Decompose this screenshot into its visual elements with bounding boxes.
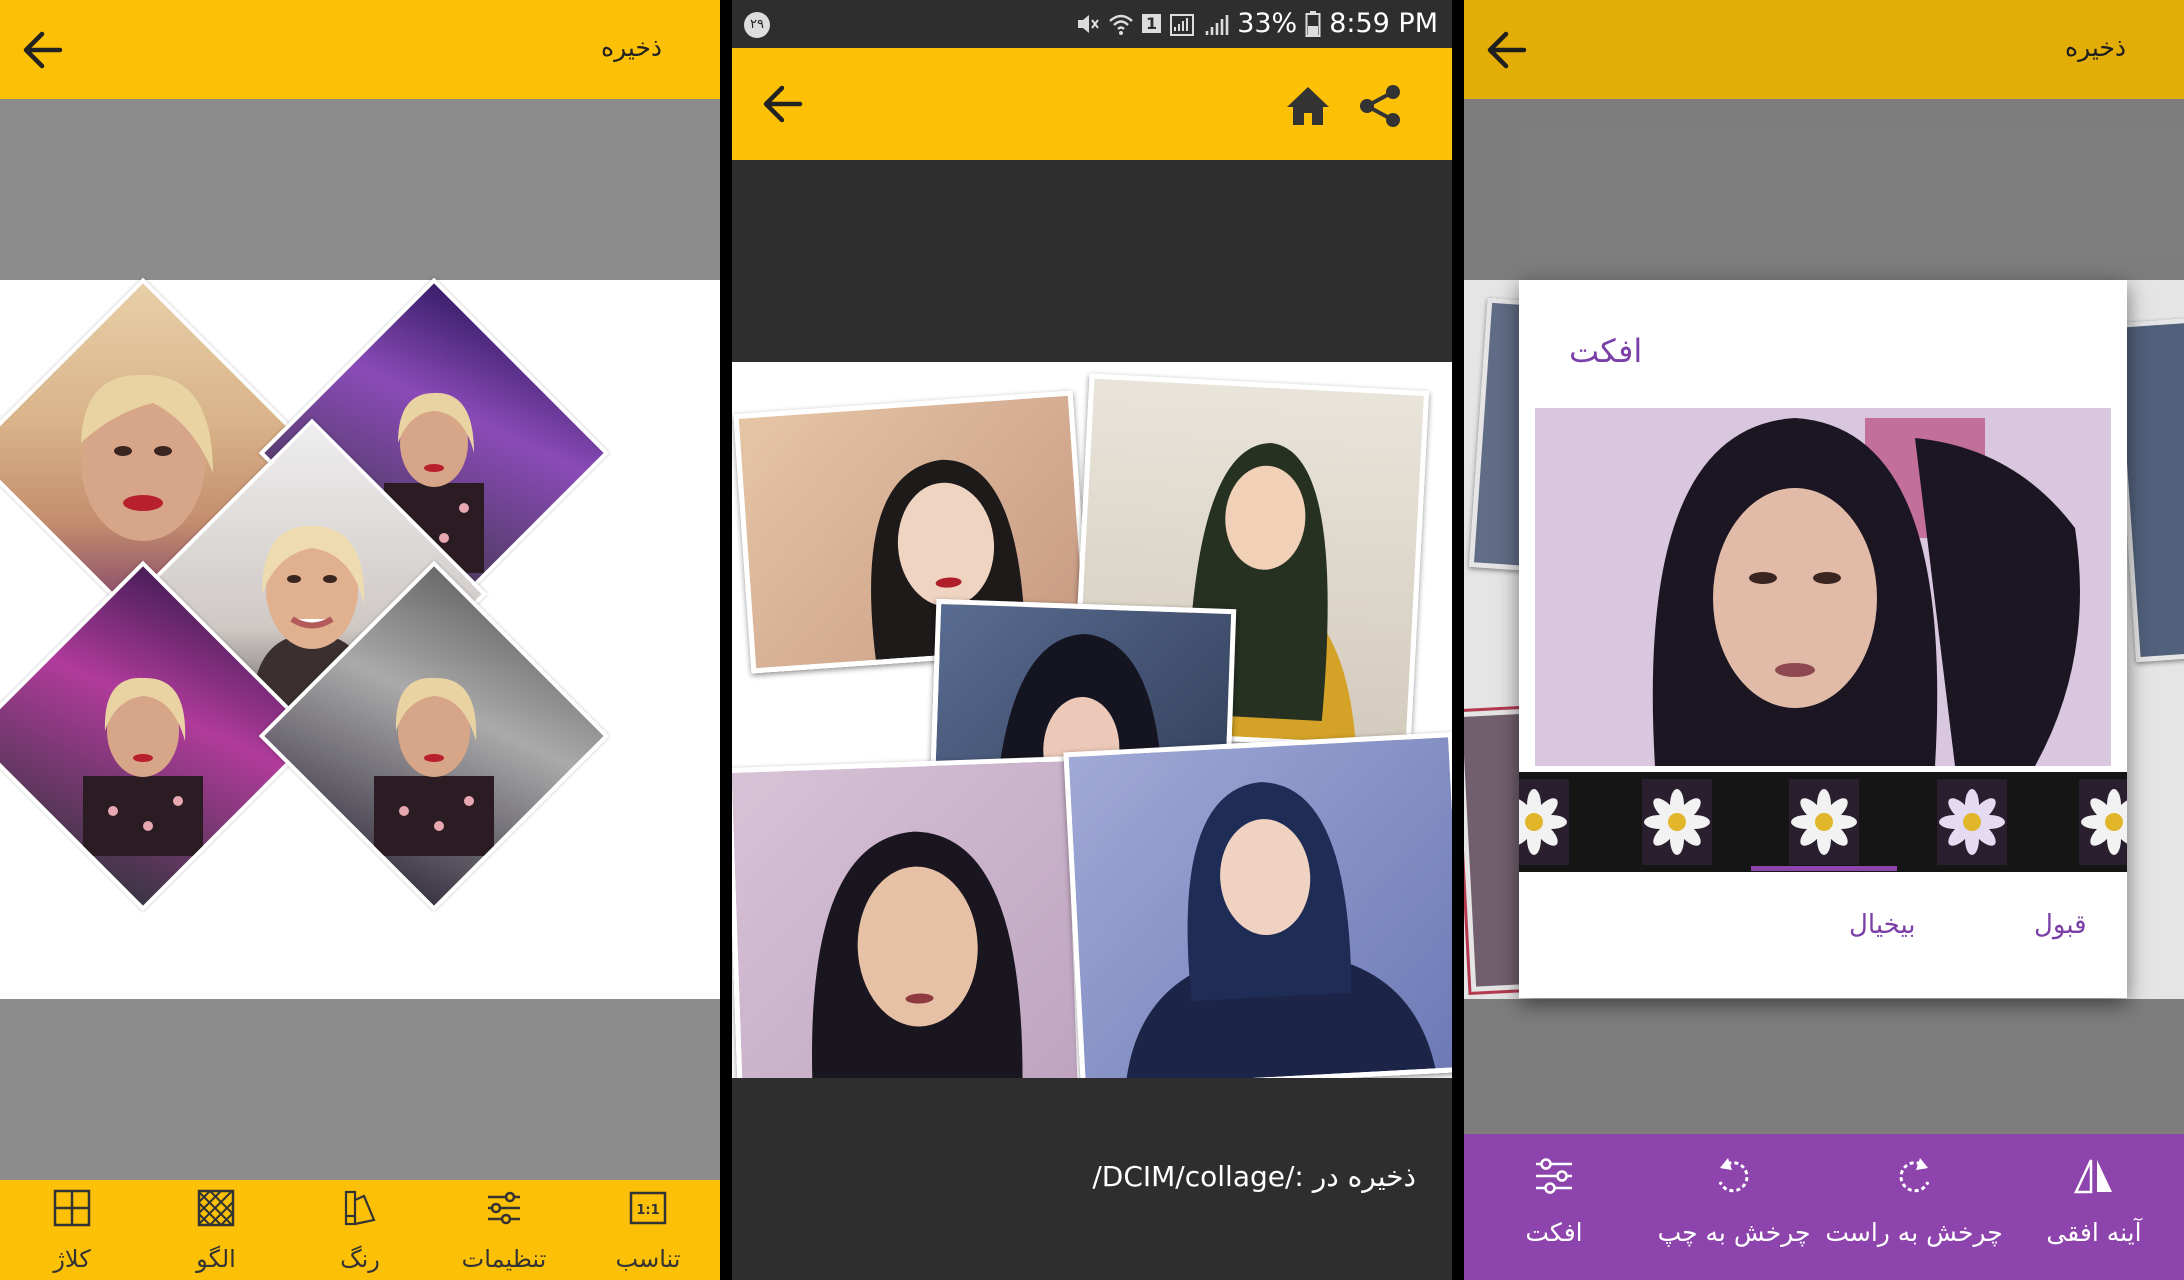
color-tool-button[interactable]: رنگ [288,1180,432,1280]
effect-editor-panel: ذخیره آینه افقی چرخش به راست چرخش به چپ [1464,0,2184,1280]
bottom-toolbar: آینه افقی چرخش به راست چرخش به چپ افکت [1464,1134,2184,1280]
filter-thumbnail[interactable] [2079,779,2127,865]
filter-thumbnail[interactable] [1642,779,1712,865]
mirror-horizontal-button[interactable]: آینه افقی [2004,1134,2184,1280]
portrait-illustration [1652,418,2080,766]
cancel-button[interactable]: بیخیال [1849,910,1916,940]
wifi-icon [1109,14,1133,35]
effect-filter-strip[interactable] [1519,772,2127,872]
notification-count-badge: ۲۹ [744,12,770,38]
svg-text:1:1: 1:1 [636,1203,659,1218]
home-icon [1287,87,1329,125]
rotate-left-icon [1718,1158,1749,1193]
saved-result-panel: ۲۹ 1 33% 8:59 PM /DCIM/collage/: ذخیره د… [732,0,1452,1280]
sliders-icon [488,1191,520,1225]
daisy-icon [1519,789,1567,855]
arrow-left-icon [763,85,803,123]
collage-tool-label: کلاژ [53,1245,91,1273]
ratio-1-1-icon: 1:1 [629,1191,667,1225]
mute-icon [1078,14,1099,33]
panel-divider [1452,0,1464,1280]
arrow-left-icon [23,31,63,69]
settings-tool-button[interactable]: تنظیمات [432,1180,576,1280]
back-button[interactable] [12,20,72,80]
face-illustration [83,677,203,856]
ratio-tool-button[interactable]: 1:1 تناسب [576,1180,720,1280]
filter-thumbnail[interactable] [1519,779,1569,865]
portrait-illustration [812,831,1023,1078]
collage-photo [1063,732,1452,1078]
battery-icon [1305,10,1321,37]
signal-icon [1170,13,1195,36]
rotate-right-icon [1899,1158,1930,1193]
daisy-icon [1791,789,1857,855]
effect-dialog: افکت قبول بیخیال [1519,280,2127,998]
effect-tool-label: افکت [1525,1218,1583,1247]
grid-layout-icon [53,1189,91,1227]
rotate-right-button[interactable]: چرخش به راست [1824,1134,2004,1280]
save-button[interactable]: ذخیره [601,33,662,62]
pattern-tool-label: الگو [196,1245,236,1273]
collage-result-image [732,362,1452,1078]
color-tool-label: رنگ [340,1245,380,1273]
settings-tool-label: تنظیمات [461,1245,547,1273]
status-icons: 1 33% 8:59 PM [1074,8,1438,39]
daisy-icon [1939,789,2005,855]
back-button[interactable] [752,74,812,134]
ratio-tool-label: تناسب [615,1245,681,1273]
sim-indicator: 1 [1142,14,1162,33]
sliders-icon [1536,1158,1572,1194]
rotate-left-button[interactable]: چرخش به چپ [1644,1134,1824,1280]
collage-photo [732,756,1083,1078]
share-icon [1360,85,1400,127]
signal-icon [1205,14,1229,35]
collage-tool-button[interactable]: کلاژ [0,1180,144,1280]
palette-icon [344,1190,376,1226]
status-bar: ۲۹ 1 33% 8:59 PM [732,0,1452,48]
saved-path-message: /DCIM/collage/: ذخیره در [1092,1160,1416,1193]
top-app-bar: ذخیره [0,0,720,99]
pattern-tool-button[interactable]: الگو [144,1180,288,1280]
effect-tool-button[interactable]: افکت [1464,1134,1644,1280]
dialog-title: افکت [1569,332,1643,370]
collage-editor-panel: ذخیره 1:1 تناسب تنظیمات رنگ الگو کلاژ [0,0,720,1280]
mirror-horizontal-label: آینه افقی [2046,1218,2142,1247]
selected-filter-indicator [1751,866,1897,871]
clock: 8:59 PM [1329,8,1438,39]
portrait-illustration [1125,782,1436,1078]
mirror-horizontal-icon [2074,1159,2112,1194]
home-button[interactable] [1280,78,1336,134]
bottom-toolbar: 1:1 تناسب تنظیمات رنگ الگو کلاژ [0,1180,720,1280]
collage-canvas[interactable] [0,277,720,999]
pattern-icon [197,1189,235,1227]
effect-preview-image [1535,408,2111,766]
ok-button[interactable]: قبول [2034,910,2087,940]
rotate-right-label: چرخش به راست [1825,1218,2003,1247]
filter-thumbnail-selected[interactable] [1789,779,1859,865]
filter-thumbnail[interactable] [1937,779,2007,865]
panel-divider [720,0,732,1280]
face-illustration [374,677,494,856]
top-app-bar [732,48,1452,160]
rotate-left-label: چرخش به چپ [1657,1218,1811,1247]
share-button[interactable] [1352,78,1408,134]
battery-percent: 33% [1237,8,1298,39]
daisy-icon [1644,789,1710,855]
daisy-icon [2081,789,2127,855]
